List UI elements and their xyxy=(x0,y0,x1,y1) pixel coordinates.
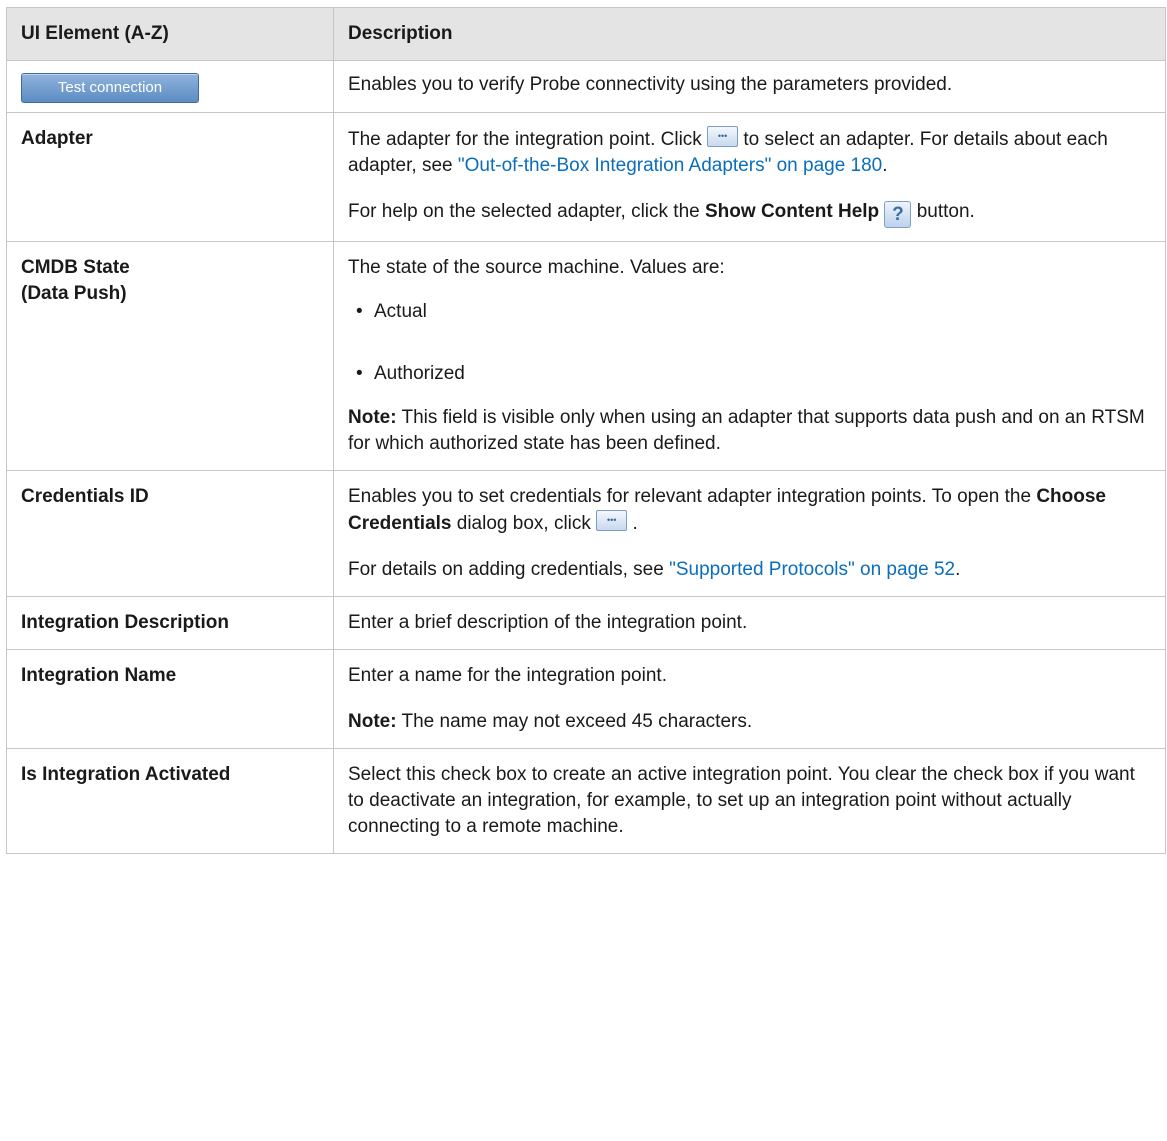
cmdb-state-name: CMDB State (Data Push) xyxy=(6,241,334,471)
table-row-test-connection: Test connection Enables you to verify Pr… xyxy=(6,60,1166,113)
credentials-paragraph-1: Enables you to set credentials for relev… xyxy=(348,484,1151,537)
adapter-description: The adapter for the integration point. C… xyxy=(333,112,1166,242)
cmdb-state-intro: The state of the source machine. Values … xyxy=(348,257,725,278)
question-mark-help-icon: ? xyxy=(884,201,912,228)
cmdb-state-note: Note: This field is visible only when us… xyxy=(348,407,1145,454)
adapter-paragraph-1: The adapter for the integration point. C… xyxy=(348,126,1151,179)
ellipsis-browse-icon xyxy=(707,126,739,147)
credentials-id-description: Enables you to set credentials for relev… xyxy=(333,470,1166,597)
ui-elements-table: UI Element (A-Z) Description Test connec… xyxy=(6,7,1166,854)
ellipsis-browse-icon xyxy=(596,510,628,531)
table-row-credentials-id: Credentials ID Enables you to set creden… xyxy=(6,470,1166,597)
header-ui-element: UI Element (A-Z) xyxy=(6,7,334,61)
table-row-integration-name: Integration Name Enter a name for the in… xyxy=(6,649,1166,749)
cmdb-state-values-list: Actual Authorized xyxy=(348,299,1151,387)
is-integration-activated-name: Is Integration Activated xyxy=(6,748,334,854)
cell-test-connection: Test connection xyxy=(6,60,334,113)
show-content-help-label: Show Content Help xyxy=(705,201,880,222)
adapter-paragraph-2: For help on the selected adapter, click … xyxy=(348,199,1151,228)
integration-name-name: Integration Name xyxy=(6,649,334,749)
table-row-cmdb-state: CMDB State (Data Push) The state of the … xyxy=(6,241,1166,471)
cmdb-state-description: The state of the source machine. Values … xyxy=(333,241,1166,471)
test-connection-description: Enables you to verify Probe connectivity… xyxy=(333,60,1166,113)
table-row-is-integration-activated: Is Integration Activated Select this che… xyxy=(6,748,1166,854)
integration-name-description: Enter a name for the integration point. … xyxy=(333,649,1166,749)
adapters-link[interactable]: "Out-of-the-Box Integration Adapters" on… xyxy=(458,155,882,176)
adapter-name: Adapter xyxy=(6,112,334,242)
integration-description-name: Integration Description xyxy=(6,596,334,650)
test-connection-button[interactable]: Test connection xyxy=(21,73,199,103)
table-row-integration-description: Integration Description Enter a brief de… xyxy=(6,596,1166,650)
header-description: Description xyxy=(333,7,1166,61)
list-item: Actual xyxy=(348,299,1151,325)
integration-description-text: Enter a brief description of the integra… xyxy=(333,596,1166,650)
table-row-adapter: Adapter The adapter for the integration … xyxy=(6,112,1166,242)
credentials-paragraph-2: For details on adding credentials, see "… xyxy=(348,559,961,580)
supported-protocols-link[interactable]: "Supported Protocols" on page 52 xyxy=(669,559,955,580)
is-integration-activated-description: Select this check box to create an activ… xyxy=(333,748,1166,854)
credentials-id-name: Credentials ID xyxy=(6,470,334,597)
table-header-row: UI Element (A-Z) Description xyxy=(6,7,1166,61)
integration-name-note: Note: The name may not exceed 45 charact… xyxy=(348,711,753,732)
list-item: Authorized xyxy=(348,361,1151,387)
